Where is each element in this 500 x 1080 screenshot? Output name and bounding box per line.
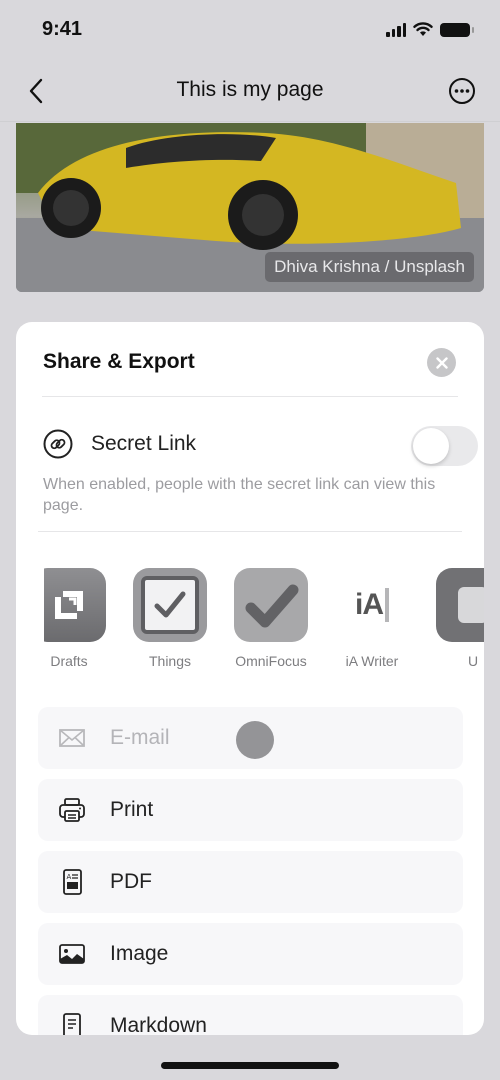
secret-link-label: Secret Link [91,432,197,455]
export-pdf[interactable]: A PDF [38,851,463,913]
pdf-document-icon: A [63,869,82,895]
app-label: OmniFocus [235,653,307,669]
divider [42,396,458,397]
app-things[interactable]: Things [125,568,215,669]
cellular-signal-icon [386,22,406,37]
image-credit[interactable]: Dhiva Krishna / Unsplash [265,252,474,282]
status-time: 9:41 [42,18,83,40]
status-icons [386,22,474,37]
sheet-title: Share & Export [43,350,195,373]
share-apps-row[interactable]: Drafts Things OmniFocus iA iA Writer U [44,568,484,678]
app-label: iA Writer [345,653,399,669]
secret-link-row: Secret Link [43,426,478,466]
wifi-icon [413,22,433,36]
text-document-icon [63,1013,81,1035]
battery-icon [440,22,474,37]
things-app-icon [133,568,207,642]
close-button[interactable] [427,348,456,377]
share-export-sheet: Share & Export Secret Link When enabled,… [16,322,484,1035]
cursor-bar [385,588,389,622]
app-ia-writer[interactable]: iA iA Writer [327,568,417,669]
export-print[interactable]: Print [38,779,463,841]
app-label: U [467,653,479,669]
app-omnifocus[interactable]: OmniFocus [226,568,316,669]
export-label: Markdown [110,1014,207,1035]
export-label: Image [110,942,169,965]
omnifocus-app-icon [234,568,308,642]
nav-bar: This is my page [0,60,500,122]
envelope-icon [59,729,85,747]
ia-writer-glyph: iA [355,588,384,621]
status-bar: 9:41 [0,0,500,60]
secret-link-description: When enabled, people with the secret lin… [43,476,436,514]
export-markdown[interactable]: Markdown [38,995,463,1035]
printer-icon [59,798,85,822]
home-indicator[interactable] [161,1062,339,1069]
export-image[interactable]: Image [38,923,463,985]
cover-image: Dhiva Krishna / Unsplash [16,123,484,292]
secret-link-toggle[interactable] [411,426,478,466]
ellipsis-circle-icon[interactable] [448,77,476,105]
export-label: E-mail [110,726,170,749]
app-label: Drafts [50,653,88,669]
svg-text:A: A [67,873,72,881]
export-label: PDF [110,870,152,893]
app-label: Things [148,653,192,669]
toggle-knob [413,428,449,464]
ia-writer-app-icon: iA [335,568,409,642]
app-ulysses[interactable]: U [428,568,484,669]
photo-icon [59,944,85,964]
ulysses-app-icon [436,568,484,642]
app-drafts[interactable]: Drafts [44,568,114,669]
export-label: Print [110,798,154,821]
drafts-app-icon [44,568,106,642]
page-title: This is my page [176,78,324,101]
divider [38,531,462,532]
close-icon [435,356,448,369]
link-icon [43,429,73,459]
touch-indicator [236,721,274,759]
